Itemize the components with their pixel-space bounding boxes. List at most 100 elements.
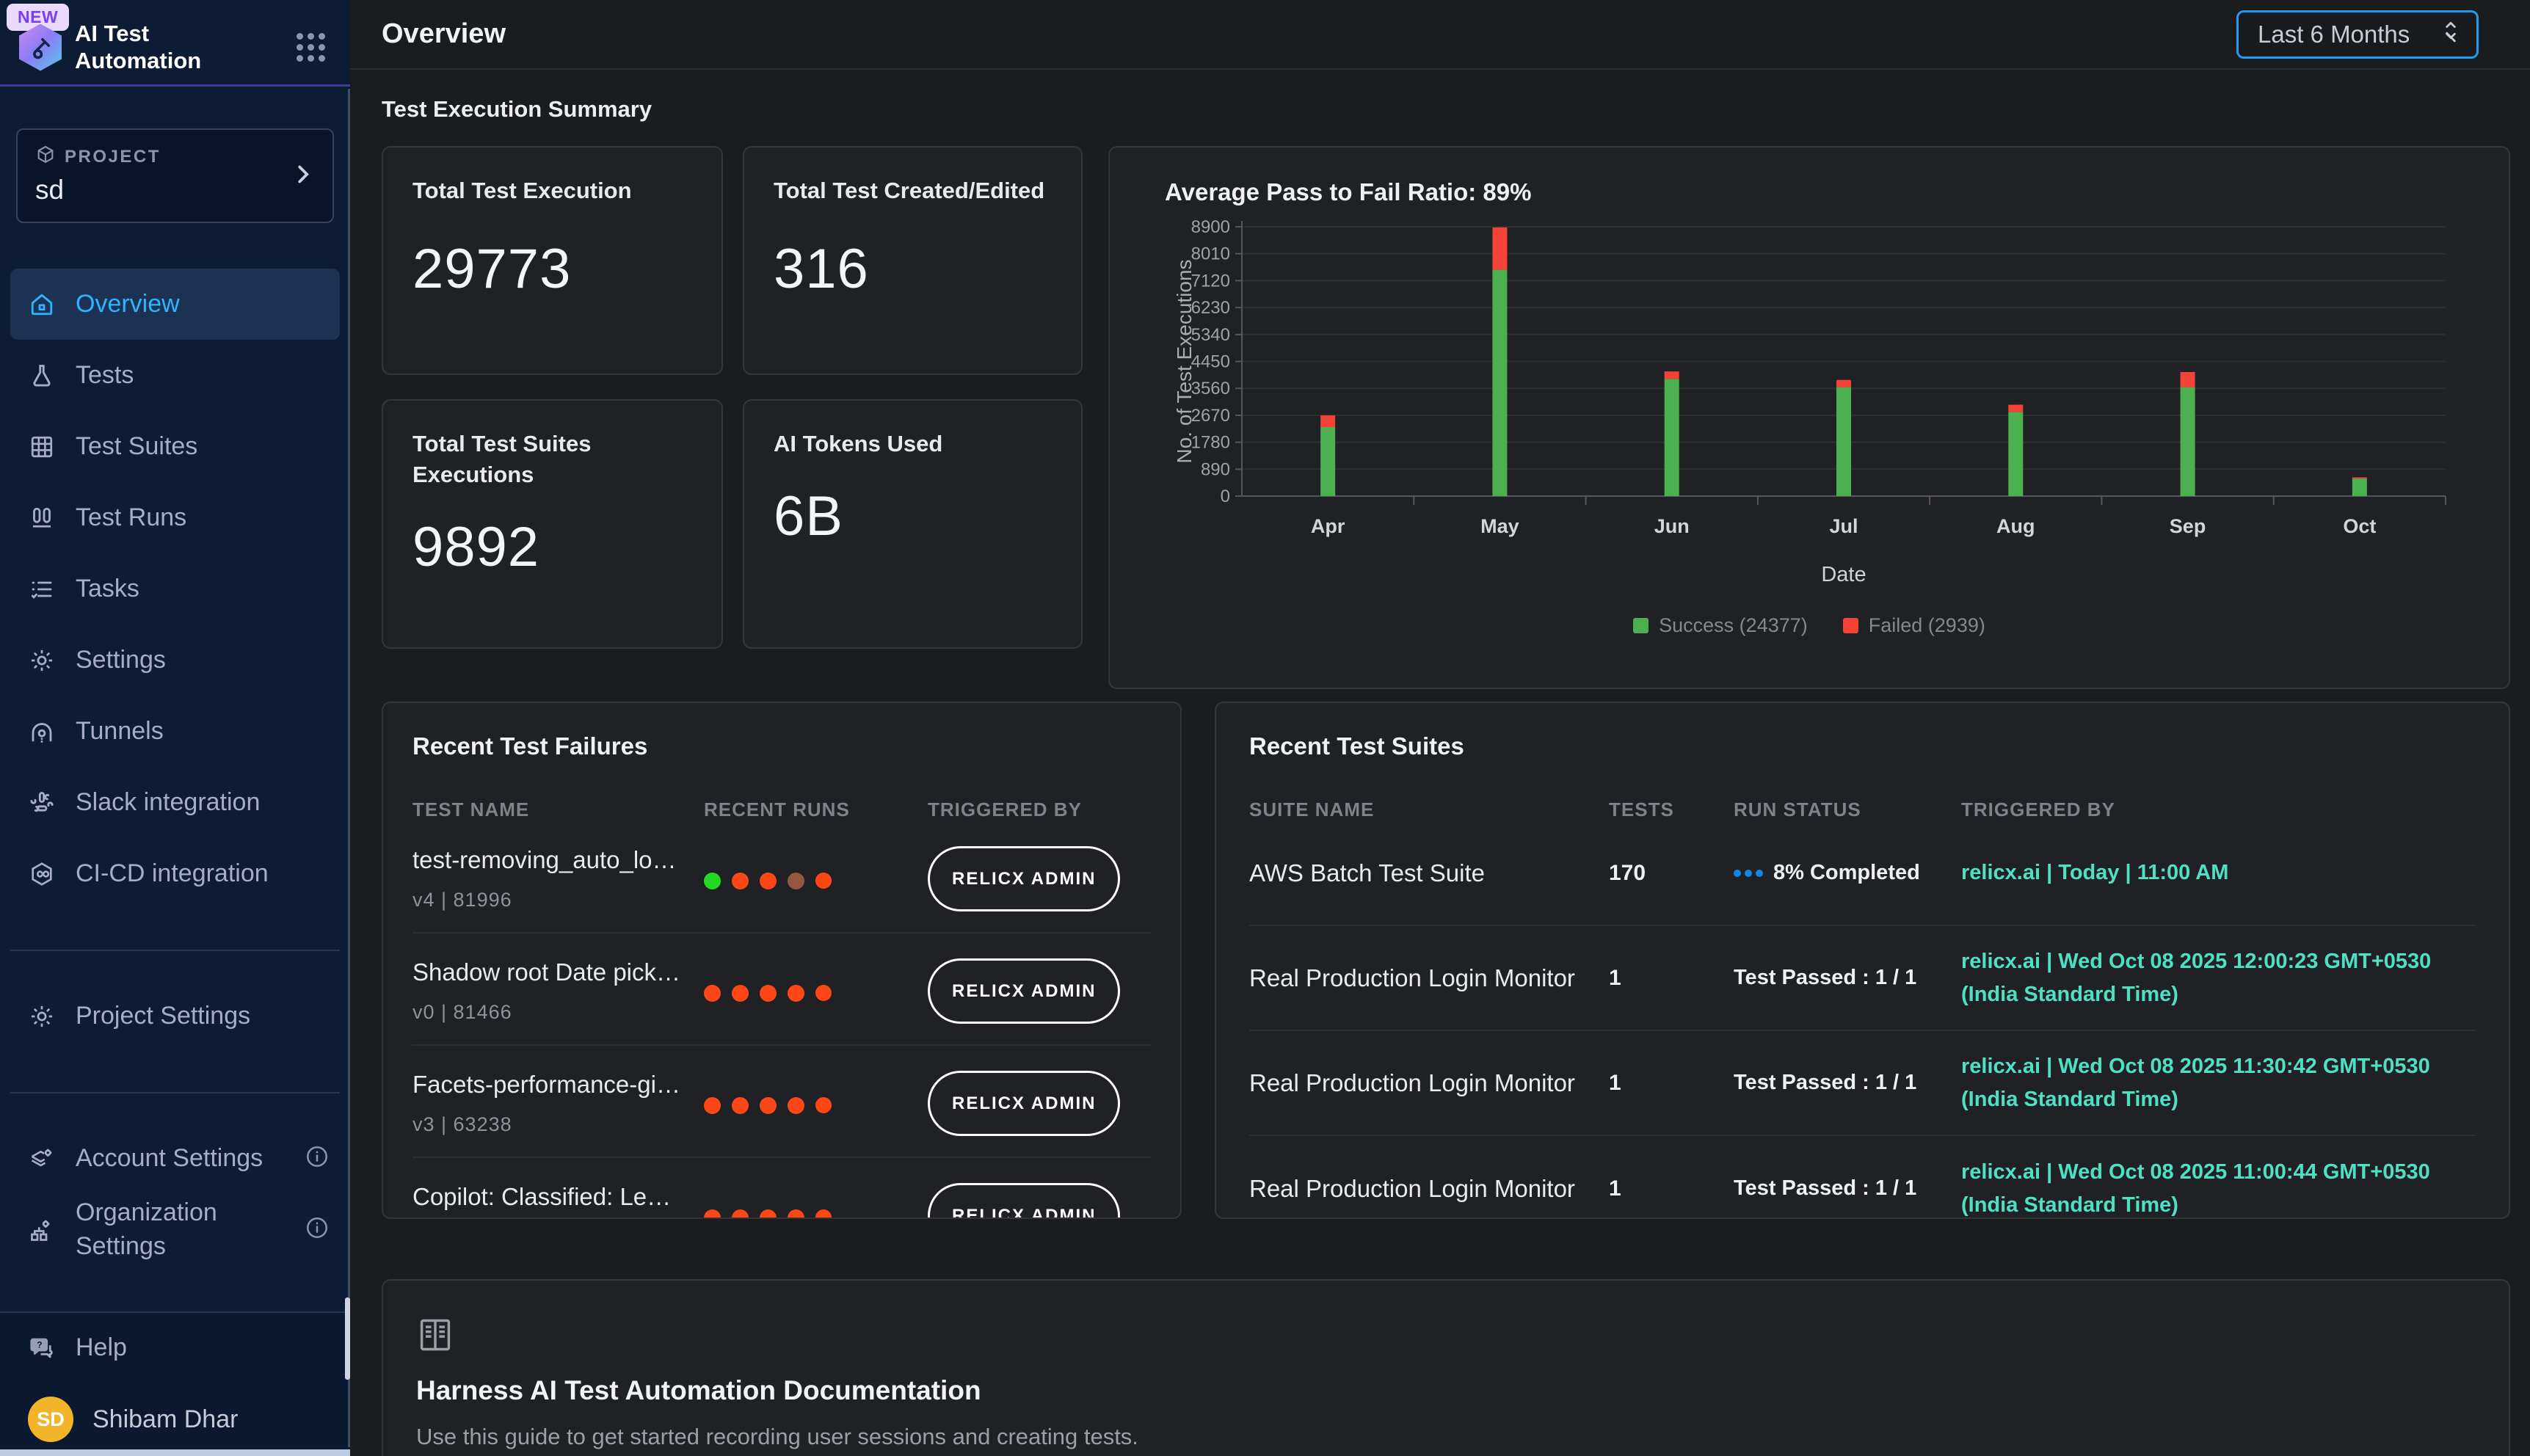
triggered-by-pill[interactable]: RELICX ADMIN [928,1183,1120,1219]
stat-card-total-suite-executions: Total Test Suites Executions 9892 [382,399,723,649]
stat-card-total-test-execution: Total Test Execution 29773 [382,146,723,375]
svg-text:?: ? [37,1339,42,1350]
suite-row[interactable]: Real Production Login Monitor 1 Test Pas… [1249,926,2476,1031]
sidebar-horizontal-scrollbar[interactable] [0,1449,350,1456]
sidebar-item-label: Account Settings [76,1144,263,1173]
sidebar-item-account-settings[interactable]: Account Settings [10,1123,340,1194]
sidebar-item-help[interactable]: ? Help [10,1313,340,1383]
sidebar-item-cicd-integration[interactable]: CI-CD integration [10,838,340,909]
recent-runs-dots[interactable] [704,1183,928,1219]
test-meta: v4 | 81996 [412,889,704,911]
recent-runs-dots[interactable] [704,958,928,1024]
triggered-by-pill[interactable]: RELICX ADMIN [928,846,1120,911]
legend-label: Failed (2939) [1869,614,1985,637]
stat-value: 6B [774,484,1052,548]
test-name[interactable]: Copilot: Classified: Leave... [412,1183,704,1211]
sidebar-item-settings[interactable]: Settings [10,625,340,696]
svg-text:3560: 3560 [1191,379,1230,398]
svg-text:Jun: Jun [1654,515,1690,537]
test-name[interactable]: Facets-performance-gitla... [412,1071,704,1099]
suite-tests: 1 [1609,1071,1734,1096]
svg-text:No. of Test Executions: No. of Test Executions [1173,259,1196,463]
app-switcher-grid-icon[interactable] [297,33,325,62]
stat-value: 29773 [412,237,692,301]
chart-title: Average Pass to Fail Ratio: 89% [1165,178,2454,206]
sidebar-item-slack-integration[interactable]: Slack integration [10,767,340,838]
recent-test-failures-card: Recent Test Failures TEST NAME RECENT RU… [382,702,1182,1219]
sidebar-item-label: Tests [76,361,134,390]
divider [10,950,340,951]
sidebar-item-organization-settings[interactable]: Organization Settings [10,1194,340,1265]
sidebar-item-label: Test Runs [76,503,186,532]
suite-name[interactable]: AWS Batch Test Suite [1249,859,1609,887]
sidebar-item-overview[interactable]: Overview [10,269,340,340]
gear-icon [28,647,56,674]
org-gear-icon [28,1216,56,1244]
suite-tests: 1 [1609,1176,1734,1201]
suite-row[interactable]: Real Production Login Monitor 1 Test Pas… [1249,1031,2476,1136]
project-selector[interactable]: PROJECT sd [16,128,334,223]
test-name[interactable]: Shadow root Date picker ... [412,958,704,986]
suite-triggered-by[interactable]: relicx.ai | Today | 11:00 AM [1961,856,2476,889]
section-title: Test Execution Summary [382,96,2510,123]
sidebar-item-test-suites[interactable]: Test Suites [10,411,340,482]
suite-row[interactable]: AWS Batch Test Suite 170 8% Completed re… [1249,821,2476,926]
sidebar-item-project-settings[interactable]: Project Settings [10,980,340,1052]
failure-row[interactable]: test-removing_auto_login... v4 | 81996 R… [412,821,1151,933]
run-status-text: 8% Completed [1773,861,1920,885]
sidebar-item-test-runs[interactable]: Test Runs [10,482,340,553]
sidebar-scrollbar-thumb[interactable] [345,1297,350,1380]
svg-text:Oct: Oct [2343,515,2376,537]
user-menu[interactable]: SD Shibam Dhar [10,1383,340,1456]
triggered-by-pill[interactable]: RELICX ADMIN [928,958,1120,1024]
suite-row[interactable]: Real Production Login Monitor 1 Test Pas… [1249,1136,2476,1219]
recent-runs-dots[interactable] [704,1071,928,1136]
app-title: AI Test Automation [75,21,214,74]
stat-label: Total Test Execution [412,175,692,206]
stat-label: Total Test Created/Edited [774,175,1052,206]
tunnel-icon [28,718,56,746]
page-content: Test Execution Summary Total Test Execut… [350,70,2530,1456]
stat-cards: Total Test Execution 29773 Total Test Cr… [382,146,1083,689]
suite-run-status: Test Passed : 1 / 1 [1734,1176,1961,1201]
sidebar-item-tests[interactable]: Tests [10,340,340,411]
progress-dots-icon [1734,870,1763,877]
date-range-value: Last 6 Months [2258,21,2410,48]
run-status-text: Test Passed : 1 / 1 [1734,1176,1916,1201]
date-range-select[interactable]: Last 6 Months [2236,10,2479,59]
test-name[interactable]: test-removing_auto_login... [412,846,704,874]
sidebar-item-label: Test Suites [76,432,197,461]
suite-run-status: Test Passed : 1 / 1 [1734,966,1961,990]
suite-tests: 1 [1609,966,1734,991]
sidebar-item-label: Overview [76,290,180,318]
suites-title: Recent Test Suites [1249,732,2476,760]
triggered-by-pill[interactable]: RELICX ADMIN [928,1071,1120,1136]
failure-row[interactable]: Shadow root Date picker ... v0 | 81466 R… [412,933,1151,1046]
suite-run-status: 8% Completed [1734,861,1961,885]
legend-item-failed[interactable]: Failed (2939) [1843,614,1985,637]
test-runs-icon [28,504,56,532]
suite-triggered-by[interactable]: relicx.ai | Wed Oct 08 2025 11:00:44 GMT… [1961,1156,2476,1219]
suite-name[interactable]: Real Production Login Monitor [1249,1175,1609,1203]
stat-value: 9892 [412,515,692,579]
sidebar: NEW AI Test Automation PROJECT sd [0,0,350,1456]
recent-runs-dots[interactable] [704,846,928,911]
sidebar-item-tasks[interactable]: Tasks [10,553,340,625]
help-chat-icon: ? [28,1334,56,1362]
divider [10,1092,340,1093]
docs-description: Use this guide to get started recording … [416,1424,2476,1450]
info-icon[interactable] [305,1144,330,1173]
suite-name[interactable]: Real Production Login Monitor [1249,1069,1609,1097]
info-icon[interactable] [305,1215,330,1244]
suite-name[interactable]: Real Production Login Monitor [1249,964,1609,992]
legend-item-success[interactable]: Success (24377) [1633,614,1808,637]
svg-text:5340: 5340 [1191,325,1230,345]
sidebar-item-tunnels[interactable]: Tunnels [10,696,340,767]
failure-row[interactable]: Facets-performance-gitla... v3 | 63238 R… [412,1046,1151,1158]
suite-triggered-by[interactable]: relicx.ai | Wed Oct 08 2025 12:00:23 GMT… [1961,945,2476,1011]
column-header: TESTS [1609,798,1734,821]
main-area: Overview Last 6 Months Test Execution Su… [350,0,2530,1456]
failure-row[interactable]: Copilot: Classified: Leave... v6 | 63129… [412,1158,1151,1219]
suite-triggered-by[interactable]: relicx.ai | Wed Oct 08 2025 11:30:42 GMT… [1961,1050,2476,1116]
chevron-up-down-icon [2441,21,2460,48]
